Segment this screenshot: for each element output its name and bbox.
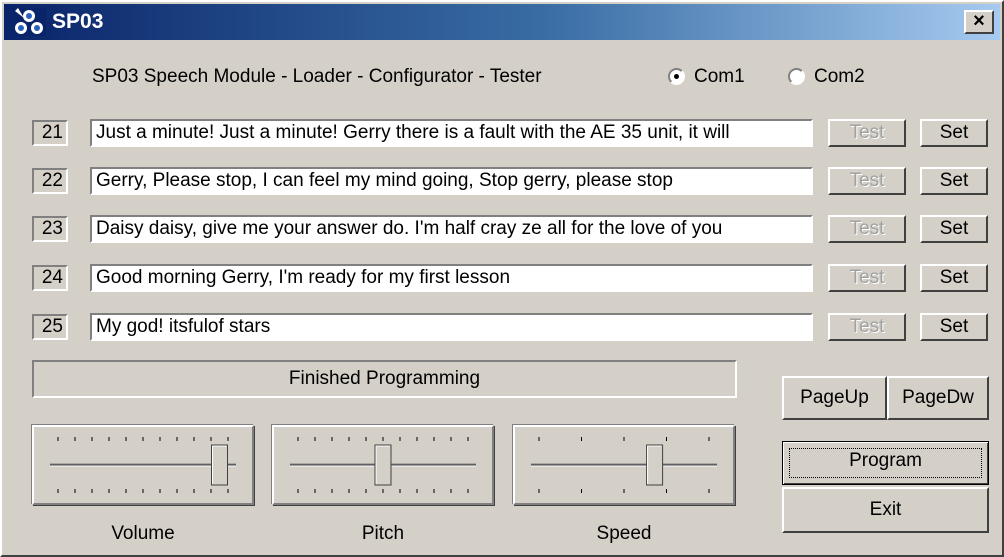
program-button[interactable]: Program [782,441,989,485]
set-button[interactable]: Set [920,215,988,243]
close-icon: × [973,10,985,32]
phrase-input[interactable]: Good morning Gerry, I'm ready for my fir… [90,264,813,292]
set-button[interactable]: Set [920,119,988,147]
set-button[interactable]: Set [920,313,988,341]
phrase-row-22: 22 Gerry, Please stop, I can feel my min… [2,165,1004,195]
exit-button[interactable]: Exit [782,487,989,533]
radio-com1[interactable]: Com1 [668,64,768,90]
phrase-number: 21 [32,120,68,146]
pitch-slider-frame [272,425,494,505]
radio-com1-circle[interactable] [668,68,685,85]
focus-rectangle [789,448,982,478]
test-button[interactable]: Test [828,119,906,147]
module-description: SP03 Speech Module - Loader - Configurat… [92,66,542,87]
set-button[interactable]: Set [920,264,988,292]
status-panel: Finished Programming [32,360,737,398]
phrase-number: 22 [32,168,68,194]
phrase-number: 24 [32,265,68,291]
phrase-row-23: 23 Daisy daisy, give me your answer do. … [2,213,1004,243]
close-button[interactable]: × [964,10,994,34]
sp03-app-icon [12,8,46,36]
slider-thumb [211,444,228,486]
radio-com2[interactable]: Com2 [788,64,888,90]
slider-thumb [374,444,392,486]
slider-thumb [646,444,664,486]
speed-slider[interactable] [515,427,733,503]
volume-slider[interactable] [34,427,252,503]
sp03-window: SP03 × SP03 Speech Module - Loader - Con… [0,0,1004,557]
page-up-button[interactable]: PageUp [782,376,887,420]
phrase-number: 25 [32,314,68,340]
pitch-slider[interactable] [274,427,492,503]
speed-slider-frame [513,425,735,505]
title-bar[interactable]: SP03 × [4,4,1000,40]
pitch-label: Pitch [361,523,405,544]
page-down-button[interactable]: PageDw [887,376,989,420]
radio-com2-circle[interactable] [788,68,805,85]
phrase-row-21: 21 Just a minute! Just a minute! Gerry t… [2,117,1004,147]
set-button[interactable]: Set [920,167,988,195]
phrase-input[interactable]: Just a minute! Just a minute! Gerry ther… [90,119,813,147]
radio-selected-dot [674,74,679,79]
speed-label: Speed [596,523,652,544]
phrase-input[interactable]: Daisy daisy, give me your answer do. I'm… [90,215,813,243]
phrase-input[interactable]: Gerry, Please stop, I can feel my mind g… [90,167,813,195]
window-title: SP03 [52,10,104,33]
phrase-number: 23 [32,216,68,242]
radio-com2-label: Com2 [814,66,865,87]
volume-slider-frame [32,425,254,505]
phrase-row-25: 25 My god! itsfulof stars Test Set [2,311,1004,341]
phrase-input[interactable]: My god! itsfulof stars [90,313,813,341]
test-button[interactable]: Test [828,313,906,341]
volume-label: Volume [111,523,175,544]
test-button[interactable]: Test [828,167,906,195]
test-button[interactable]: Test [828,215,906,243]
test-button[interactable]: Test [828,264,906,292]
radio-com1-label: Com1 [694,66,745,87]
phrase-row-24: 24 Good morning Gerry, I'm ready for my … [2,262,1004,292]
